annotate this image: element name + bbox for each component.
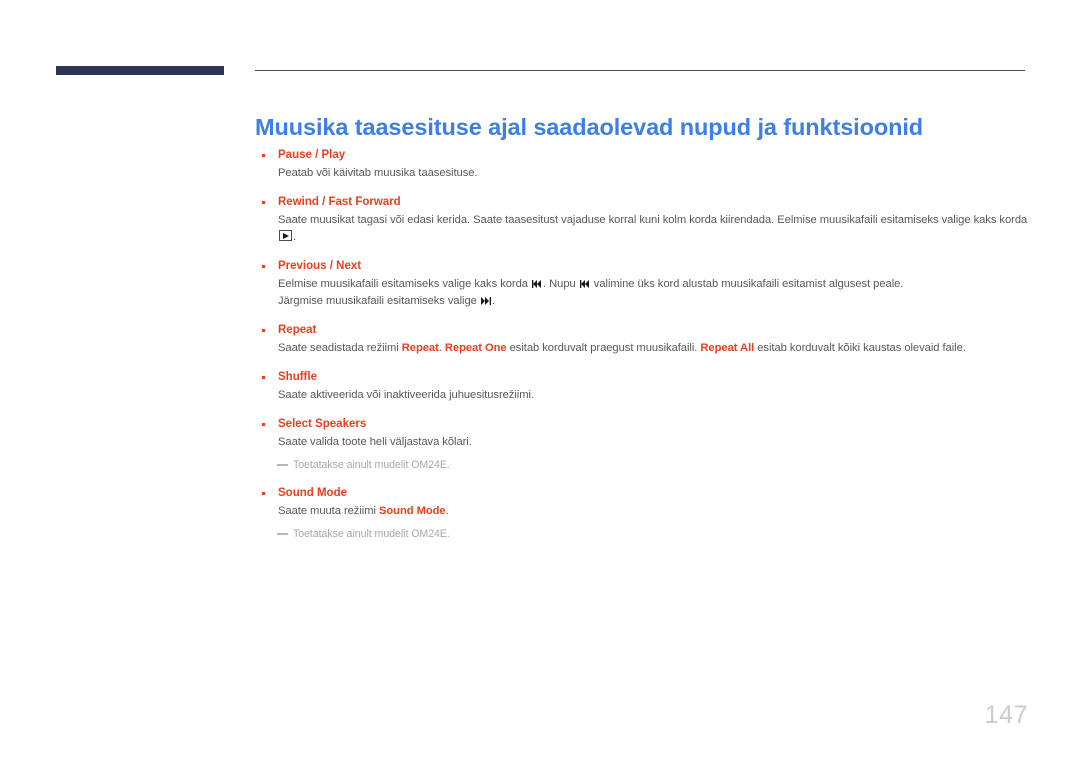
description-text: Saate valida toote heli väljastava kõlar… (278, 436, 472, 448)
page-header-decoration (0, 0, 1080, 90)
section-description-second-line: Järgmise muusikafaili esitamiseks valige… (255, 293, 1045, 310)
inline-term-repeat-one: Repeat One (444, 342, 507, 354)
section-heading: Sound Mode (255, 486, 1045, 501)
page-title: Muusika taasesituse ajal saadaolevad nup… (255, 113, 924, 140)
play-boxed-icon (279, 230, 292, 241)
description-text-tail: . (491, 295, 495, 307)
description-text-mid: . Nupu (543, 278, 579, 290)
description-text: Saate muusikat tagasi või edasi kerida. … (278, 214, 1028, 226)
section-pause-play: Pause / Play Peatab või käivitab muusika… (255, 148, 1045, 182)
heading-primary: Repeat (278, 324, 317, 336)
description-text: Peatab või käivitab muusika taasesituse. (278, 167, 478, 179)
inline-term-sound-mode: Sound Mode (378, 505, 446, 517)
section-note: Toetatakse ainult mudelit OM24E. (255, 527, 1045, 542)
section-description: Peatab või käivitab muusika taasesituse. (255, 165, 1045, 182)
heading-primary: Shuffle (278, 371, 317, 383)
description-text: esitab korduvalt praegust muusikafaili. (506, 342, 701, 354)
heading-secondary: Next (336, 260, 362, 272)
bullet-dot-icon (262, 154, 265, 157)
heading-primary: Select Speakers (278, 418, 367, 430)
header-divider-rule (255, 70, 1025, 71)
heading-primary: Pause (278, 149, 312, 161)
heading-primary: Rewind (278, 196, 319, 208)
section-sound-mode: Sound Mode Saate muuta režiimi Sound Mod… (255, 486, 1045, 542)
section-description: Saate aktiveerida või inaktiveerida juhu… (255, 387, 1045, 404)
description-text: Saate aktiveerida või inaktiveerida juhu… (278, 389, 534, 401)
description-text: Saate seadistada režiimi (278, 342, 402, 354)
section-description: Saate valida toote heli väljastava kõlar… (255, 434, 1045, 451)
bullet-dot-icon (262, 423, 265, 426)
description-text: esitab korduvalt kõiki kaustas olevaid f… (754, 342, 966, 354)
section-heading: Rewind / Fast Forward (255, 195, 1045, 210)
section-shuffle: Shuffle Saate aktiveerida või inaktiveer… (255, 370, 1045, 404)
section-description: Saate muuta režiimi Sound Mode. (255, 503, 1045, 520)
heading-separator: / (326, 260, 337, 272)
page-number: 147 (984, 701, 1028, 729)
heading-primary: Previous (278, 260, 327, 272)
description-text: . (445, 505, 449, 517)
bullet-dot-icon (262, 201, 265, 204)
description-text-tail: . (293, 231, 297, 243)
section-repeat: Repeat Saate seadistada režiimi Repeat. … (255, 323, 1045, 357)
note-text: Toetatakse ainult mudelit OM24E. (293, 528, 450, 540)
section-note: Toetatakse ainult mudelit OM24E. (255, 458, 1045, 473)
section-heading: Pause / Play (255, 148, 1045, 163)
section-select-speakers: Select Speakers Saate valida toote heli … (255, 417, 1045, 473)
bullet-dot-icon (262, 329, 265, 332)
skip-back-icon (579, 280, 590, 288)
header-accent-bar (56, 66, 224, 75)
inline-term-repeat-all: Repeat All (700, 342, 755, 354)
note-text: Toetatakse ainult mudelit OM24E. (293, 459, 450, 471)
description-text: Eelmise muusikafaili esitamiseks valige … (278, 278, 531, 290)
skip-back-icon (532, 280, 542, 288)
note-dash-icon (277, 464, 288, 466)
bullet-dot-icon (262, 492, 265, 495)
section-heading: Repeat (255, 323, 1045, 338)
heading-secondary: Fast Forward (328, 196, 401, 208)
section-rewind-fast-forward: Rewind / Fast Forward Saate muusikat tag… (255, 195, 1045, 246)
section-heading: Shuffle (255, 370, 1045, 385)
section-description: Saate muusikat tagasi või edasi kerida. … (255, 212, 1045, 246)
note-dash-icon (277, 533, 288, 535)
heading-primary: Sound Mode (278, 487, 347, 499)
inline-term-repeat: Repeat (401, 342, 439, 354)
heading-secondary: Play (321, 149, 346, 161)
section-heading: Select Speakers (255, 417, 1045, 432)
section-previous-next: Previous / Next Eelmise muusikafaili esi… (255, 259, 1045, 310)
skip-forward-icon (480, 297, 491, 305)
section-heading: Previous / Next (255, 259, 1045, 274)
description-text: Järgmise muusikafaili esitamiseks valige (278, 295, 480, 307)
section-description: Saate seadistada režiimi Repeat. Repeat … (255, 340, 1045, 357)
description-text-tail: valimine üks kord alustab muusikafaili e… (590, 278, 904, 290)
section-description: Eelmise muusikafaili esitamiseks valige … (255, 276, 1045, 293)
content-body: Pause / Play Peatab või käivitab muusika… (255, 148, 1045, 542)
bullet-dot-icon (262, 376, 265, 379)
description-text: Saate muuta režiimi (278, 505, 379, 517)
bullet-dot-icon (262, 265, 265, 268)
